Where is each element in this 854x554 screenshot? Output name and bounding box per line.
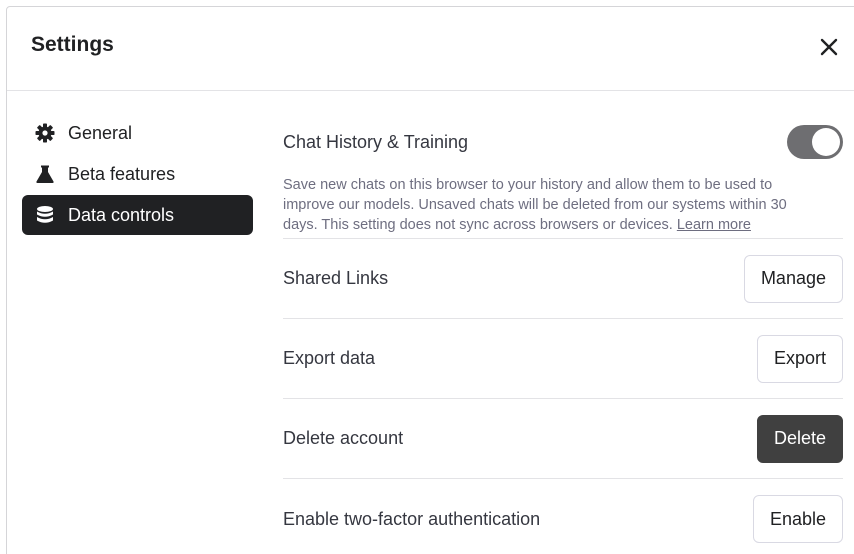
delete-account-row: Delete account Delete — [283, 399, 843, 479]
chat-history-toggle[interactable] — [787, 125, 843, 159]
close-button[interactable] — [815, 33, 843, 61]
settings-sidebar: General Beta features Data controls — [22, 113, 253, 236]
export-button[interactable]: Export — [756, 334, 843, 383]
sidebar-item-label: Beta features — [68, 163, 176, 184]
settings-dialog: Settings General Beta features Data cont… — [6, 6, 854, 554]
sidebar-item-label: General — [68, 122, 133, 143]
two-factor-label: Enable two-factor authentication — [283, 508, 541, 529]
database-icon — [34, 204, 56, 226]
dialog-header: Settings — [7, 7, 854, 91]
flask-icon — [34, 163, 56, 185]
chat-history-title: Chat History & Training — [283, 131, 469, 152]
gear-icon — [34, 122, 56, 144]
toggle-knob — [812, 128, 840, 156]
sidebar-item-general[interactable]: General — [22, 113, 253, 153]
delete-account-label: Delete account — [283, 428, 404, 448]
close-icon — [820, 38, 838, 56]
manage-button[interactable]: Manage — [743, 254, 843, 303]
delete-button[interactable]: Delete — [756, 414, 843, 463]
data-controls-panel: Chat History & Training Save new chats o… — [283, 91, 843, 554]
export-data-row: Export data Export — [283, 319, 843, 399]
two-factor-row: Enable two-factor authentication Enable — [283, 479, 843, 554]
shared-links-row: Shared Links Manage — [283, 239, 843, 319]
shared-links-label: Shared Links — [283, 268, 389, 288]
enable-button[interactable]: Enable — [752, 495, 843, 543]
chat-history-section: Chat History & Training Save new chats o… — [283, 91, 843, 239]
chat-history-description: Save new chats on this browser to your h… — [283, 175, 823, 235]
learn-more-link[interactable]: Learn more — [677, 217, 751, 233]
sidebar-item-label: Data controls — [68, 204, 175, 225]
export-data-label: Export data — [283, 348, 376, 368]
sidebar-item-beta-features[interactable]: Beta features — [22, 154, 253, 194]
dialog-title: Settings — [31, 33, 114, 56]
sidebar-item-data-controls[interactable]: Data controls — [22, 195, 253, 235]
